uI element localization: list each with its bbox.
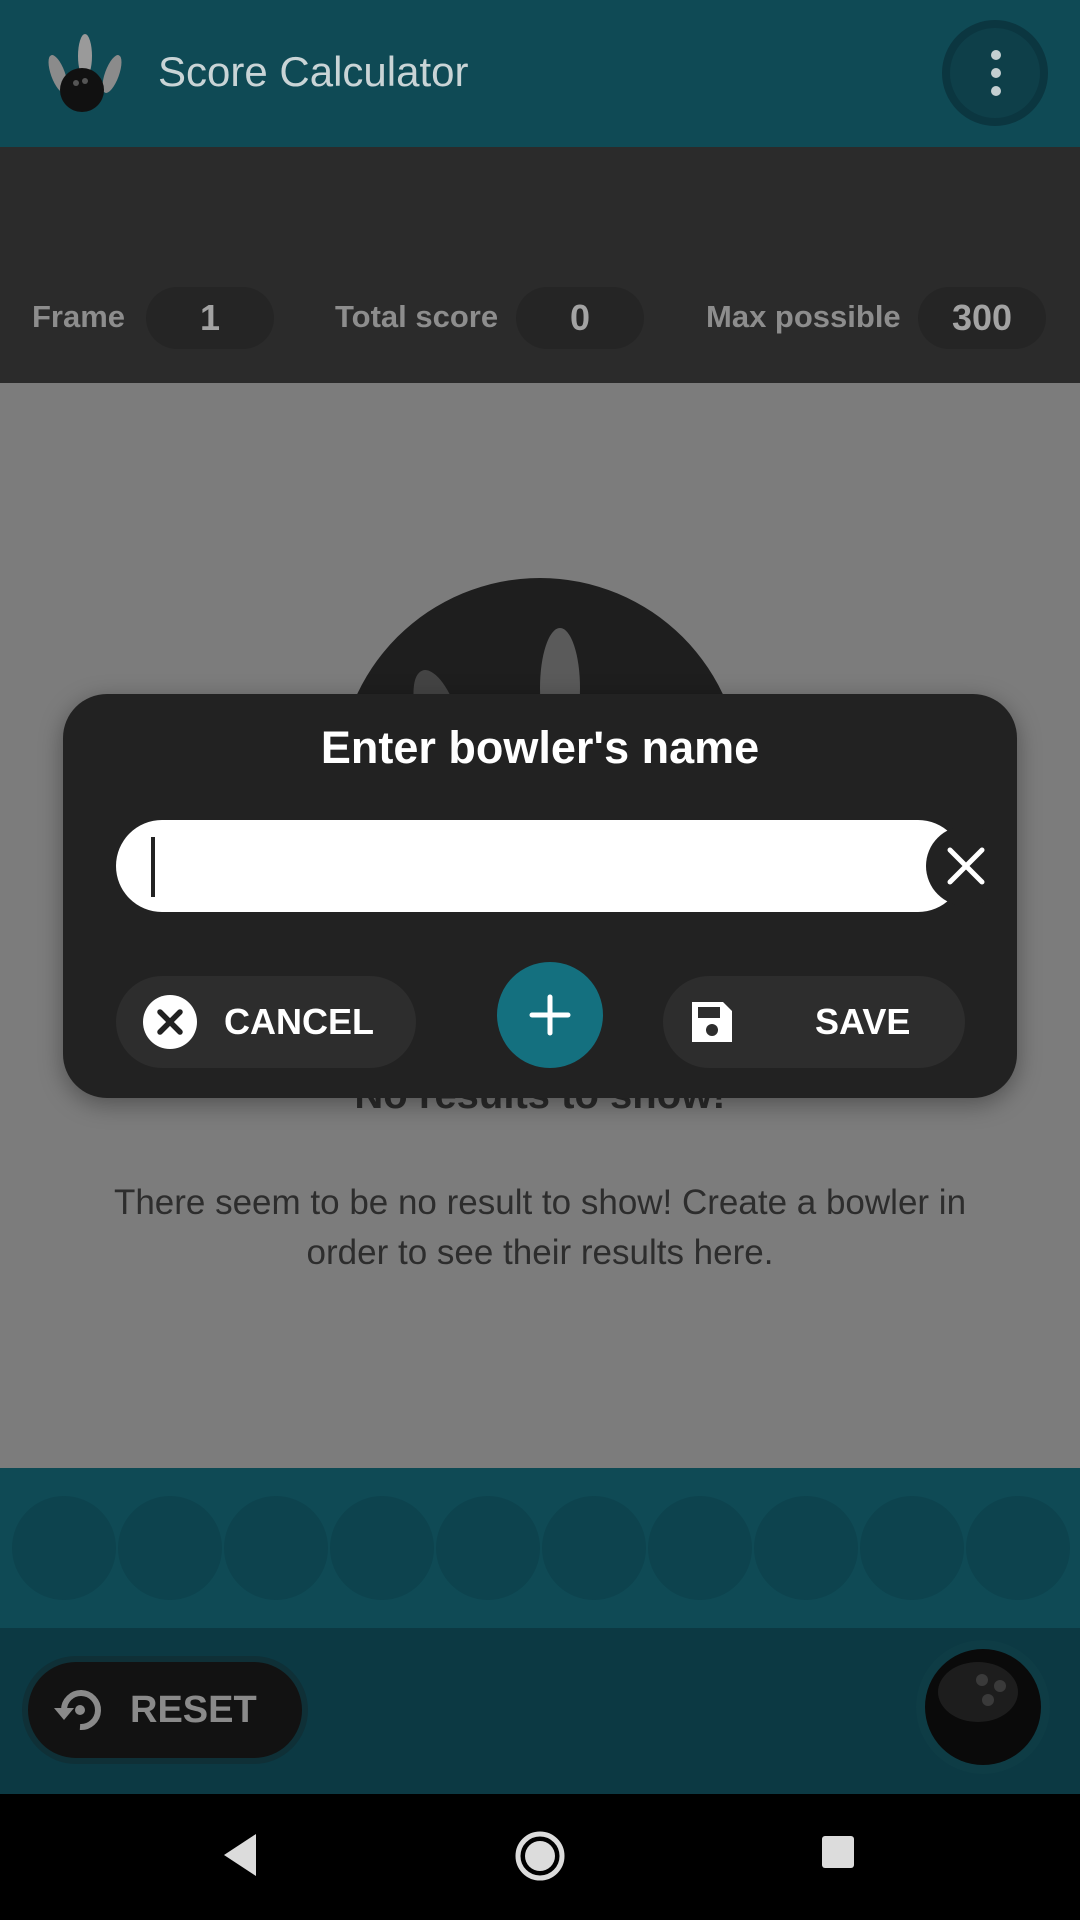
max-possible-value: 300 xyxy=(918,287,1046,349)
clear-input-button[interactable] xyxy=(926,826,1006,906)
bowling-pins-logo-icon xyxy=(40,26,130,116)
frame-slot[interactable] xyxy=(330,1496,434,1600)
frame-slot[interactable] xyxy=(754,1496,858,1600)
frame-slot[interactable] xyxy=(966,1496,1070,1600)
dialog-title: Enter bowler's name xyxy=(320,722,760,773)
frame-slot[interactable] xyxy=(436,1496,540,1600)
stats-bar: Frame 1 Total score 0 Max possible 300 xyxy=(0,147,1080,383)
total-score-value: 0 xyxy=(516,287,644,349)
reset-label: RESET xyxy=(130,1688,257,1731)
close-icon xyxy=(947,847,985,885)
save-label: SAVE xyxy=(815,1001,911,1042)
save-button[interactable]: SAVE xyxy=(663,976,965,1068)
max-possible-label: Max possible xyxy=(706,299,901,334)
empty-state-message: There seem to be no result to show! Crea… xyxy=(113,1183,967,1272)
reset-button[interactable]: RESET xyxy=(22,1656,308,1764)
system-nav-bar xyxy=(0,1794,1080,1920)
bowling-ball-button[interactable] xyxy=(916,1640,1050,1774)
total-score-label: Total score xyxy=(335,299,499,334)
cancel-circle-icon xyxy=(143,995,197,1049)
reset-icon xyxy=(50,1680,110,1740)
bowler-name-input[interactable] xyxy=(150,836,850,896)
bowler-name-dialog: Enter bowler's name CANCEL SAVE xyxy=(63,694,1017,1098)
frame-slot[interactable] xyxy=(860,1496,964,1600)
nav-back-icon[interactable] xyxy=(220,1832,260,1878)
frames-row xyxy=(0,1468,1080,1628)
frame-label: Frame xyxy=(32,299,126,334)
app-bar: Score Calculator xyxy=(0,0,1080,147)
save-icon xyxy=(692,1002,732,1042)
app-title: Score Calculator xyxy=(158,48,469,95)
frame-value: 1 xyxy=(146,287,274,349)
plus-icon xyxy=(529,994,571,1036)
bowling-ball-icon xyxy=(925,1649,1041,1765)
frame-slot[interactable] xyxy=(12,1496,116,1600)
add-bowler-button[interactable] xyxy=(497,962,603,1068)
frame-slot[interactable] xyxy=(648,1496,752,1600)
overflow-menu-button[interactable] xyxy=(942,20,1048,126)
frame-slot[interactable] xyxy=(224,1496,328,1600)
text-caret xyxy=(151,837,155,897)
cancel-button[interactable]: CANCEL xyxy=(116,976,416,1068)
nav-recents-icon[interactable] xyxy=(820,1834,856,1870)
nav-home-icon[interactable] xyxy=(514,1830,566,1882)
frame-slot[interactable] xyxy=(542,1496,646,1600)
more-vert-icon xyxy=(991,50,1001,60)
cancel-label: CANCEL xyxy=(224,1001,374,1042)
action-bar: RESET xyxy=(0,1628,1080,1794)
bowler-name-field[interactable] xyxy=(116,820,1006,912)
frame-slot[interactable] xyxy=(118,1496,222,1600)
